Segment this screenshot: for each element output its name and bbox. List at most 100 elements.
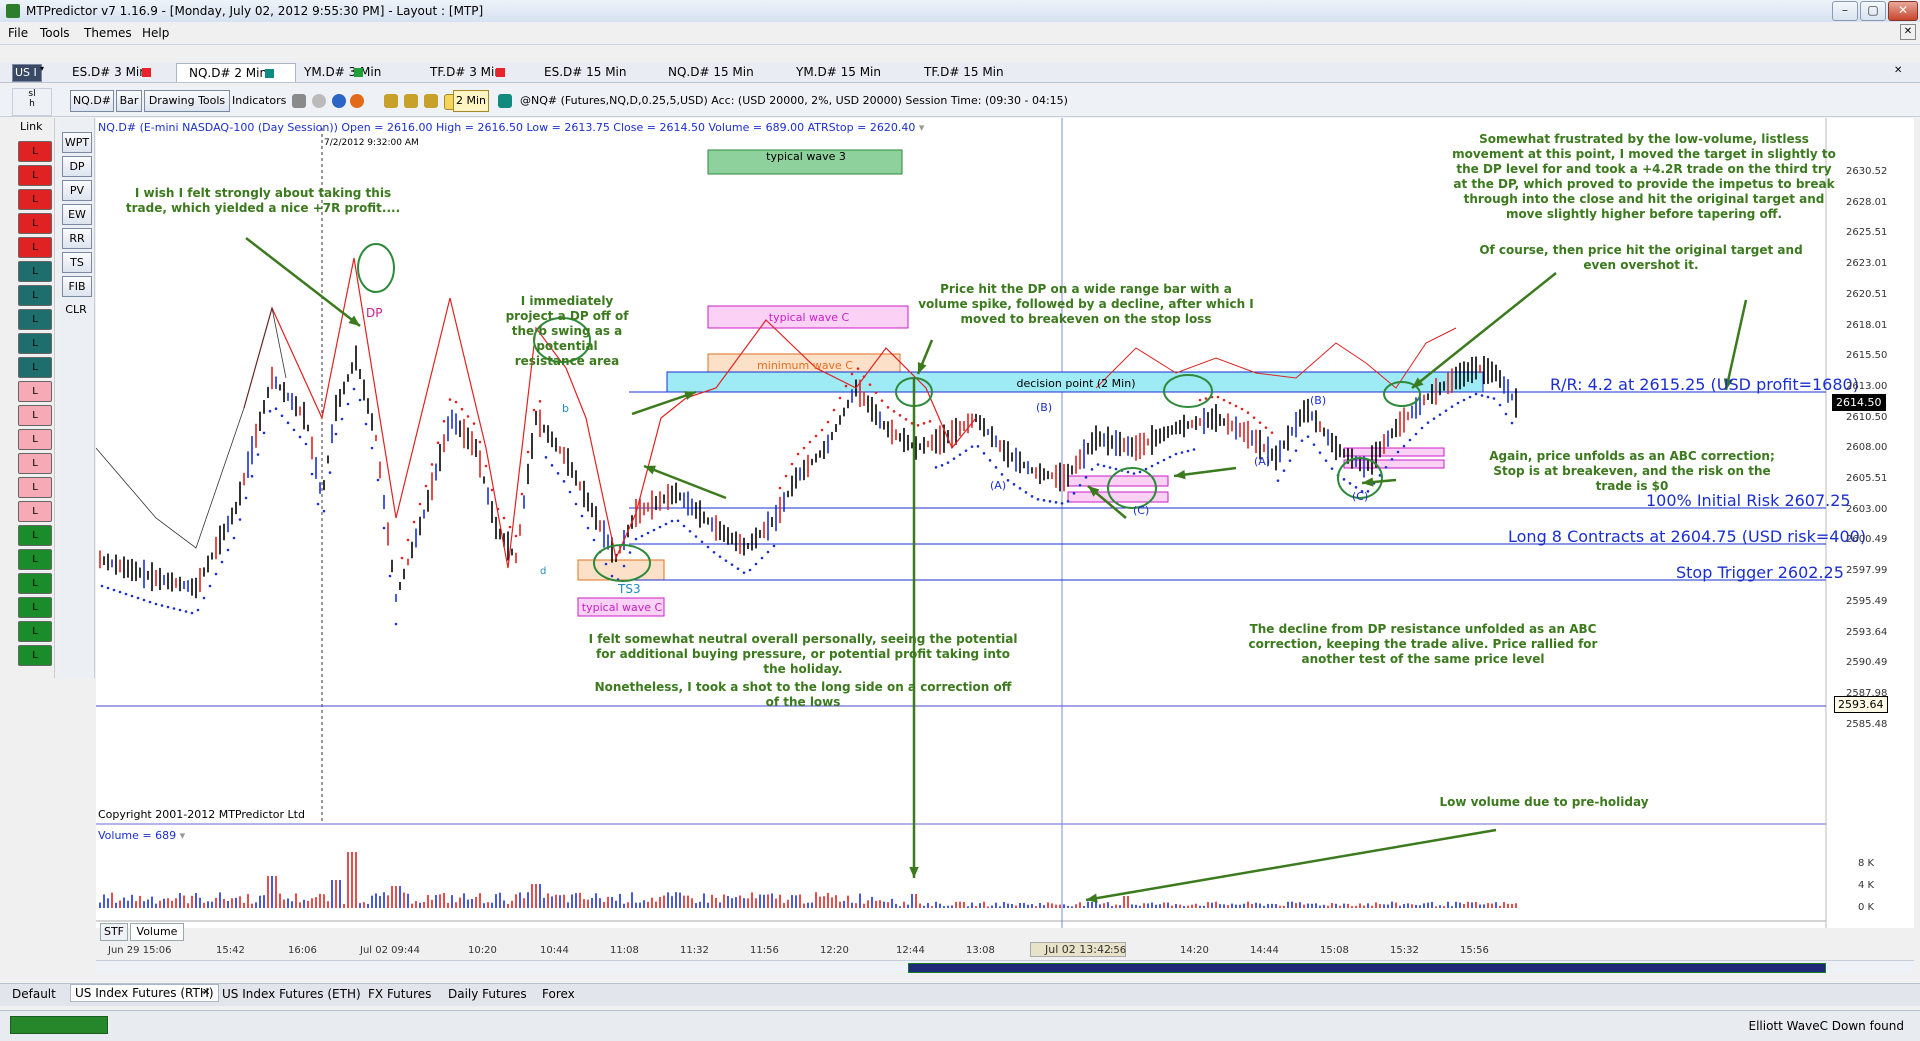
link-button-0[interactable]: L — [18, 141, 52, 162]
bar-type-button[interactable]: Bar — [116, 90, 142, 112]
link-button-1[interactable]: L — [18, 165, 52, 186]
menu-file[interactable]: File — [8, 26, 28, 40]
atr-stop-dot — [430, 463, 434, 466]
header-dropdown-icon[interactable]: ▾ — [919, 121, 925, 134]
zoom-in-icon[interactable] — [384, 94, 398, 108]
volume-tab[interactable]: Volume — [130, 923, 184, 941]
minimize-button[interactable]: – — [1832, 1, 1858, 21]
atr-stop-dot — [664, 522, 668, 526]
tool-button-rr[interactable]: RR — [62, 228, 92, 249]
atr-stop-dot — [568, 490, 572, 494]
layout-tab-forex[interactable]: Forex — [542, 987, 575, 1001]
layout-tab-close-icon[interactable]: ✕ — [202, 987, 210, 998]
drawing-tools-button[interactable]: Drawing Tools — [144, 90, 230, 112]
tab-es-15min[interactable]: ES.D# 15 Min — [532, 63, 644, 81]
tab-tf-3min[interactable]: TF.D# 3 Min — [418, 63, 530, 81]
link-button-2[interactable]: L — [18, 189, 52, 210]
menu-help[interactable]: Help — [142, 26, 169, 40]
tab-ym-3min[interactable]: YM.D# 3 Min — [292, 63, 404, 81]
arrow-volume-spike-head — [909, 866, 919, 878]
layout-tab-us-index-rth[interactable]: US Index Futures (RTH) — [70, 984, 219, 1002]
volume-dropdown-icon[interactable]: ▾ — [180, 829, 186, 842]
atr-stop-dot — [1330, 467, 1334, 470]
link-button-21[interactable]: L — [18, 645, 52, 666]
tool-button-fib[interactable]: FIB — [62, 276, 92, 297]
price-axis-label: 2608.00 — [1846, 442, 1888, 454]
tool-button-wpt[interactable]: WPT — [62, 132, 92, 153]
layout-tab-daily-futures[interactable]: Daily Futures — [448, 987, 527, 1001]
atr-stop-dot — [112, 588, 116, 592]
link-button-14[interactable]: L — [18, 477, 52, 498]
print-icon[interactable] — [292, 94, 306, 108]
link-button-5[interactable]: L — [18, 261, 52, 282]
horizontal-scrollbar[interactable] — [96, 960, 1914, 973]
menu-close-icon[interactable]: ✕ — [1900, 24, 1916, 40]
atr-stop-dot — [820, 428, 824, 432]
atr-stop-dot — [874, 391, 878, 394]
interval-button[interactable]: 2 Min — [453, 90, 489, 112]
link-button-19[interactable]: L — [18, 597, 52, 618]
close-button[interactable]: ✕ — [1888, 1, 1918, 21]
atr-stop-dot — [1216, 395, 1220, 399]
link-button-3[interactable]: L — [18, 213, 52, 234]
time-axis-label: 15:56 — [1460, 945, 1489, 956]
link-button-8[interactable]: L — [18, 333, 52, 354]
tool-button-dp[interactable]: DP — [62, 156, 92, 177]
price-axis-label: 2605.51 — [1846, 473, 1888, 484]
short-panel-toggle[interactable]: sl h — [12, 88, 52, 116]
link-button-20[interactable]: L — [18, 621, 52, 642]
scrollbar-thumb[interactable] — [908, 963, 1826, 973]
atr-stop-dot — [1300, 439, 1304, 442]
atr-stop-dot — [106, 586, 110, 590]
alert-icon[interactable] — [350, 94, 364, 108]
link-button-18[interactable]: L — [18, 573, 52, 594]
atr-stop-dot — [1132, 472, 1136, 475]
link-button-16[interactable]: L — [18, 525, 52, 546]
tab-ym-15min[interactable]: YM.D# 15 Min — [784, 63, 896, 81]
layout-tab-default[interactable]: Default — [12, 987, 56, 1001]
atr-stop-dot — [850, 372, 854, 376]
atr-stop-dot — [502, 516, 506, 520]
atr-stop-dot — [238, 518, 242, 521]
tool-button-ew[interactable]: EW — [62, 204, 92, 225]
tab-nq-15min[interactable]: NQ.D# 15 Min — [656, 63, 768, 81]
indicators-label[interactable]: Indicators — [232, 94, 286, 107]
stf-tab[interactable]: STF — [100, 923, 128, 941]
tab-tf-15min[interactable]: TF.D# 15 Min — [912, 63, 1024, 81]
layout-tab-fx-futures[interactable]: FX Futures — [368, 987, 431, 1001]
link-button-15[interactable]: L — [18, 501, 52, 522]
atr-stop-dot — [964, 449, 968, 452]
menu-themes[interactable]: Themes — [84, 26, 132, 40]
tab-nq-2min[interactable]: NQ.D# 2 Min — [176, 63, 296, 82]
marker-c1: (C) — [1133, 504, 1150, 517]
symbol-button[interactable]: NQ.D# — [70, 90, 114, 112]
atr-stop-dot — [940, 464, 944, 467]
group-selector-dropdown-icon[interactable]: ▾ — [40, 64, 50, 80]
tool-button-clr[interactable]: CLR — [62, 300, 90, 319]
link-button-12[interactable]: L — [18, 429, 52, 450]
atr-stop-dot — [706, 545, 710, 549]
link-button-13[interactable]: L — [18, 453, 52, 474]
link-button-9[interactable]: L — [18, 357, 52, 378]
link-button-10[interactable]: L — [18, 381, 52, 402]
link-button-6[interactable]: L — [18, 285, 52, 306]
link-button-17[interactable]: L — [18, 549, 52, 570]
tool-button-ts[interactable]: TS — [62, 252, 92, 273]
link-button-11[interactable]: L — [18, 405, 52, 426]
annotation-abc-stop-breakeven: Again, price unfolds as an ABC correctio… — [1489, 449, 1775, 493]
zoom-reset-icon[interactable] — [424, 94, 438, 108]
menu-tools[interactable]: Tools — [40, 26, 70, 40]
tabs-close-icon[interactable]: ✕ — [1894, 65, 1902, 76]
layout-tab-us-index-eth[interactable]: US Index Futures (ETH) — [222, 987, 361, 1001]
tab-es-3min[interactable]: ES.D# 3 Min — [60, 63, 164, 81]
group-selector[interactable]: US I — [12, 64, 42, 82]
atr-stop-dot — [652, 528, 656, 532]
color-swatch-icon[interactable] — [498, 94, 512, 108]
link-button-4[interactable]: L — [18, 237, 52, 258]
settings-icon[interactable] — [312, 94, 326, 108]
info-icon[interactable] — [332, 94, 346, 108]
link-button-7[interactable]: L — [18, 309, 52, 330]
zoom-out-icon[interactable] — [404, 94, 418, 108]
tool-button-pv[interactable]: PV — [62, 180, 92, 201]
maximize-button[interactable]: ▢ — [1860, 1, 1886, 21]
